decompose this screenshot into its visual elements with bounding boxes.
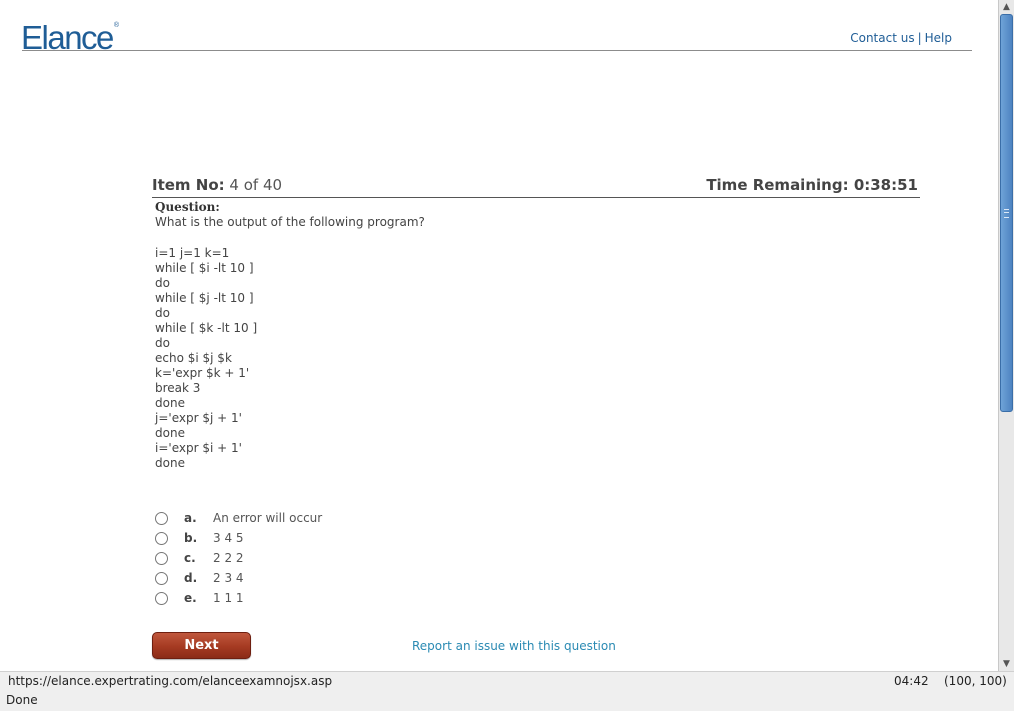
option-d[interactable]: d. 2 3 4	[155, 570, 355, 590]
item-info-bar: Item No: 4 of 40 Time Remaining: 0:38:51	[152, 176, 918, 196]
option-letter: c.	[184, 551, 196, 565]
option-b[interactable]: b. 3 4 5	[155, 530, 355, 550]
code-line: break 3	[155, 381, 201, 395]
time-remaining-value: 0:38:51	[853, 176, 918, 194]
code-line: k='expr $k + 1'	[155, 366, 250, 380]
code-line: done	[155, 426, 185, 440]
item-number: Item No: 4 of 40	[152, 176, 282, 194]
code-line: i='expr $i + 1'	[155, 441, 242, 455]
option-text: 2 3 4	[213, 571, 244, 585]
item-number-label: Item No:	[152, 176, 225, 194]
option-e[interactable]: e. 1 1 1	[155, 590, 355, 610]
status-text: Done	[6, 693, 38, 707]
option-c[interactable]: c. 2 2 2	[155, 550, 355, 570]
radio-option-b[interactable]	[155, 532, 168, 545]
time-remaining: Time Remaining: 0:38:51	[706, 176, 918, 194]
code-line: while [ $k -lt 10 ]	[155, 321, 258, 335]
url-status-bar: https://elance.expertrating.com/elanceex…	[0, 671, 1014, 691]
option-text: An error will occur	[213, 511, 323, 525]
code-line: do	[155, 276, 170, 290]
code-line: done	[155, 396, 185, 410]
answer-options: a. An error will occur b. 3 4 5 c. 2 2 2…	[155, 510, 355, 610]
option-a[interactable]: a. An error will occur	[155, 510, 355, 530]
item-number-value: 4 of 40	[229, 176, 283, 194]
link-separator: |	[917, 31, 922, 45]
time-remaining-label: Time Remaining:	[706, 176, 849, 194]
scroll-down-arrow-icon[interactable]: ▼	[999, 657, 1014, 671]
header-divider	[22, 50, 972, 51]
hover-url: https://elance.expertrating.com/elanceex…	[8, 674, 333, 688]
item-divider	[152, 197, 920, 198]
code-block: i=1 j=1 k=1 while [ $i -lt 10 ] do while…	[155, 246, 257, 471]
clock: 04:42	[894, 674, 929, 688]
option-text: 2 2 2	[213, 551, 244, 565]
radio-option-d[interactable]	[155, 572, 168, 585]
code-line: do	[155, 336, 170, 350]
report-issue-link[interactable]: Report an issue with this question	[412, 639, 616, 653]
next-button[interactable]: Next	[152, 632, 251, 659]
radio-option-e[interactable]	[155, 592, 168, 605]
grip-icon	[1004, 209, 1009, 218]
option-letter: b.	[184, 531, 198, 545]
code-line: echo $i $j $k	[155, 351, 232, 365]
help-link[interactable]: Help	[925, 31, 952, 45]
scroll-up-arrow-icon[interactable]: ▲	[999, 0, 1014, 14]
option-letter: d.	[184, 571, 198, 585]
code-line: i=1 j=1 k=1	[155, 246, 230, 260]
question-text: What is the output of the following prog…	[155, 215, 425, 229]
option-text: 1 1 1	[213, 591, 244, 605]
scroll-thumb[interactable]	[1000, 14, 1013, 412]
code-line: do	[155, 306, 170, 320]
status-bar: Done	[0, 691, 1014, 711]
top-links: Contact us | Help	[850, 31, 952, 45]
radio-option-c[interactable]	[155, 552, 168, 565]
question-heading: Question:	[155, 200, 220, 214]
option-text: 3 4 5	[213, 531, 244, 545]
page-viewport: Elance® Contact us | Help Item No: 4 of 40…	[0, 0, 998, 671]
radio-option-a[interactable]	[155, 512, 168, 525]
code-line: while [ $j -lt 10 ]	[155, 291, 254, 305]
contact-us-link[interactable]: Contact us	[850, 31, 914, 45]
code-line: done	[155, 456, 185, 470]
option-letter: a.	[184, 511, 197, 525]
logo-registered-mark: ®	[113, 22, 120, 29]
option-letter: e.	[184, 591, 197, 605]
code-line: j='expr $j + 1'	[155, 411, 242, 425]
vertical-scrollbar[interactable]: ▲ ▼	[998, 0, 1014, 671]
cursor-coordinates: (100, 100)	[944, 674, 1007, 688]
code-line: while [ $i -lt 10 ]	[155, 261, 254, 275]
